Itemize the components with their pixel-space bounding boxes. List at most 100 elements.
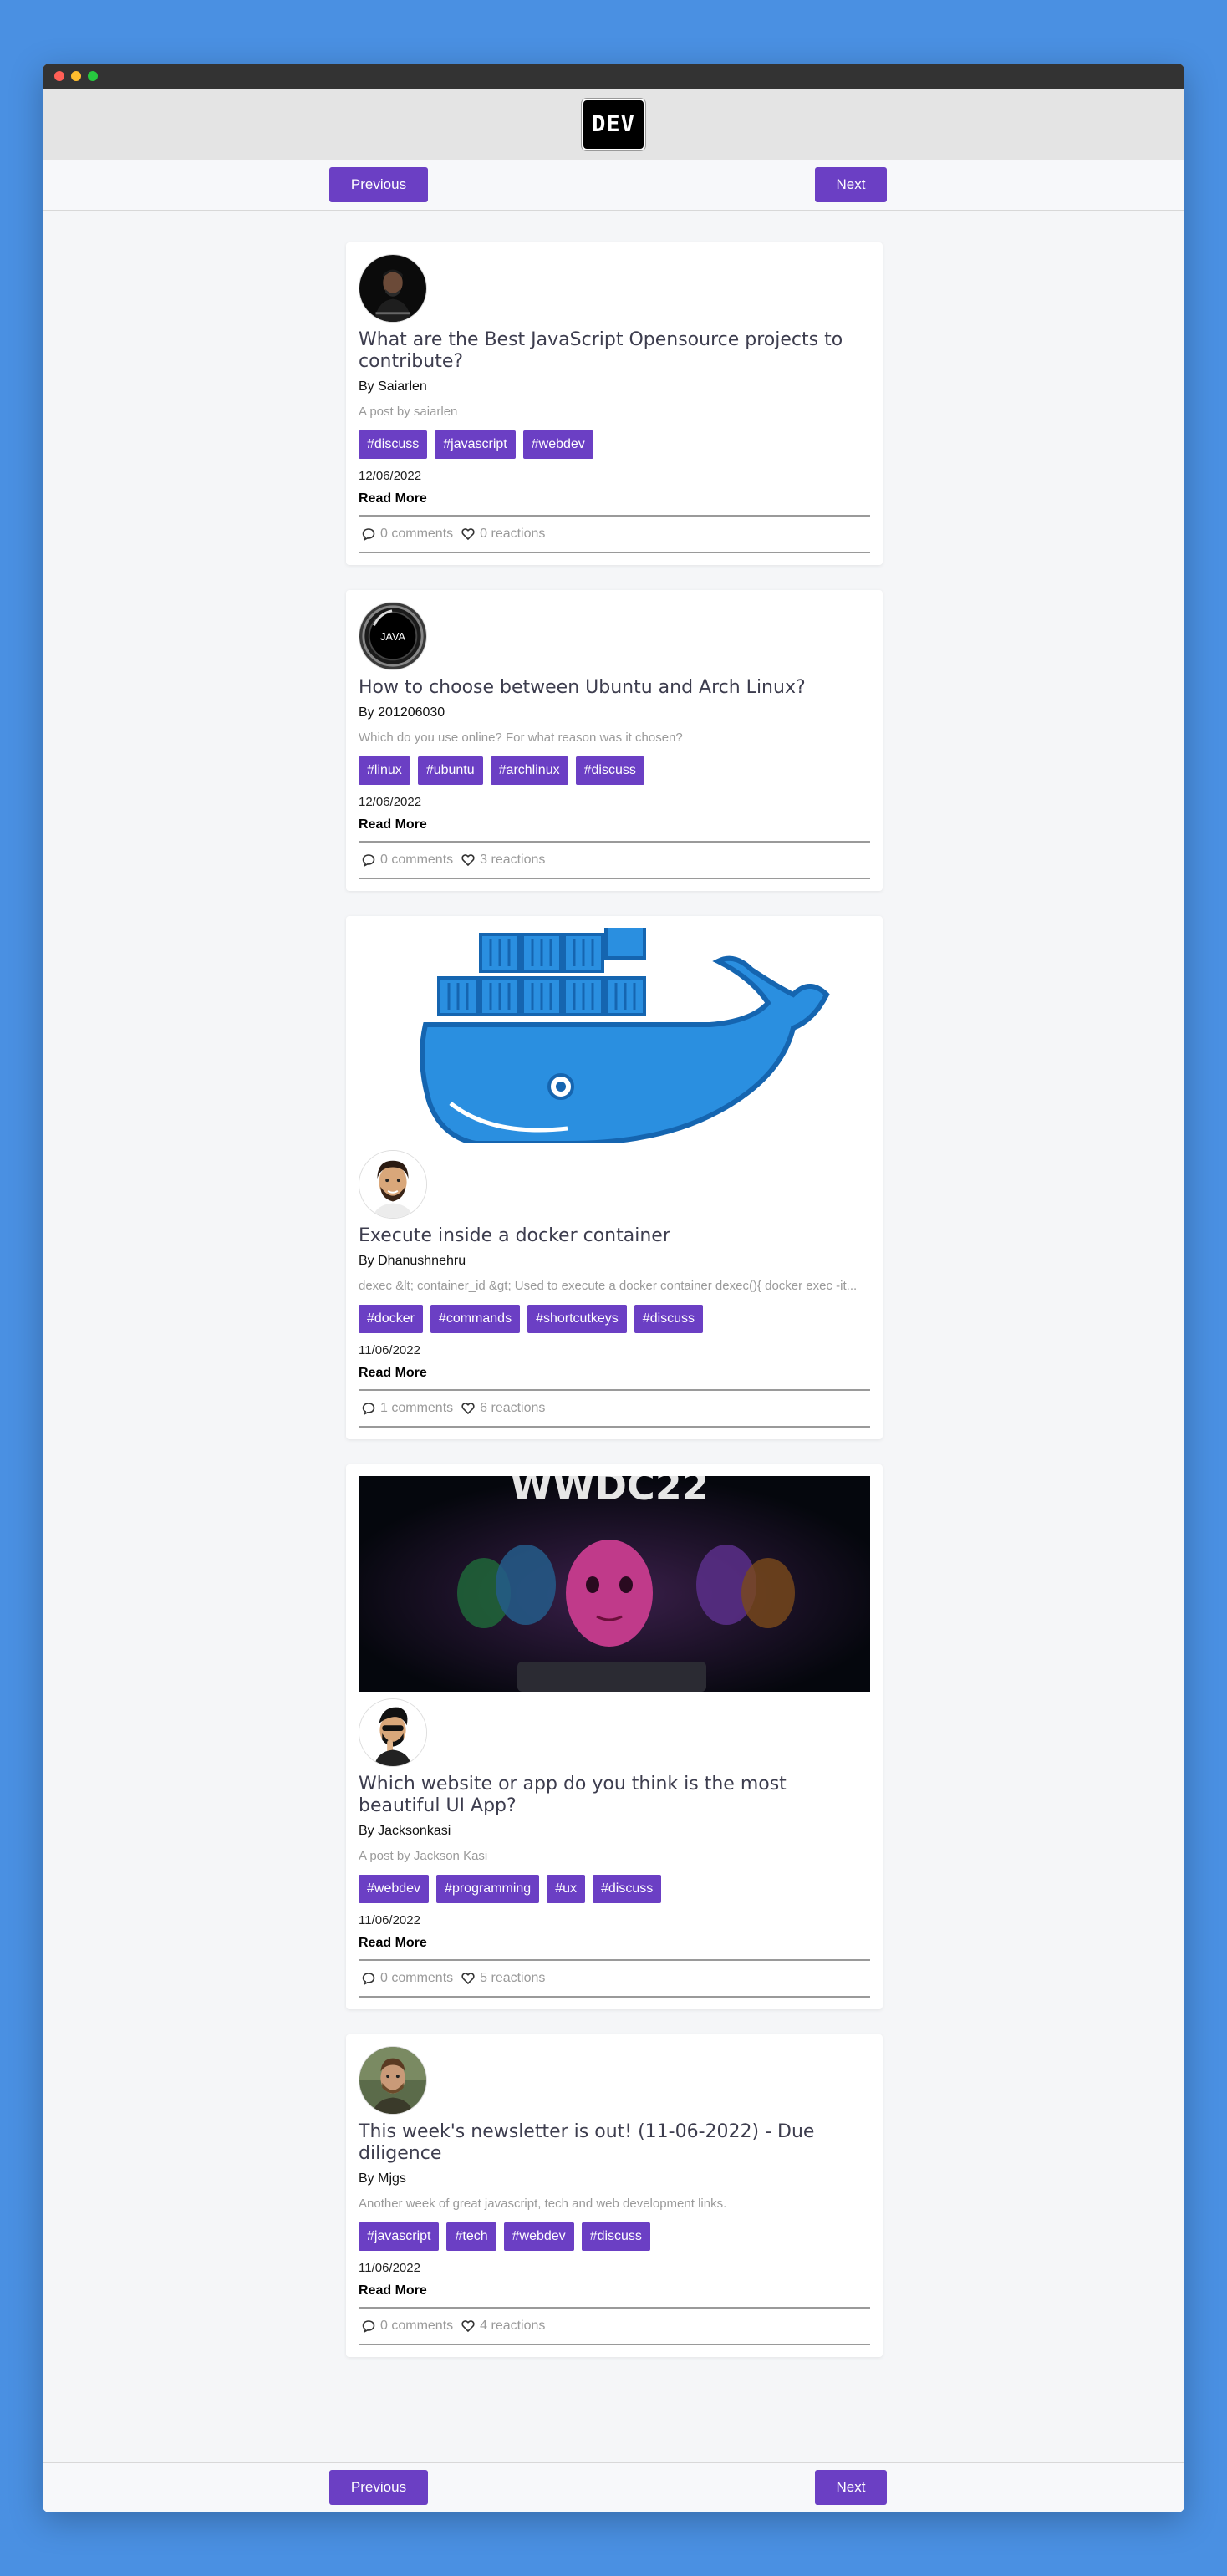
- post-stats: 0 comments 3 reactions: [359, 841, 870, 879]
- reactions-stat[interactable]: 0 reactions: [461, 527, 545, 542]
- tag[interactable]: #discuss: [593, 1875, 662, 1903]
- comments-count: 0 comments: [380, 2319, 454, 2333]
- post-date: 12/06/2022: [359, 795, 422, 809]
- tag[interactable]: #webdev: [359, 1875, 430, 1903]
- heart-icon: [461, 854, 475, 867]
- comment-icon: [362, 528, 375, 541]
- tag[interactable]: #webdev: [503, 2222, 574, 2251]
- comments-stat[interactable]: 0 comments: [362, 853, 453, 868]
- next-button[interactable]: Next: [815, 167, 887, 202]
- comments-count: 0 comments: [380, 1971, 454, 1985]
- read-more-link[interactable]: Read More: [359, 2283, 427, 2299]
- previous-button[interactable]: Previous: [329, 2470, 428, 2505]
- read-more-link[interactable]: Read More: [359, 491, 427, 507]
- comments-count: 0 comments: [380, 527, 454, 541]
- tag[interactable]: #ux: [547, 1875, 585, 1903]
- cover-image[interactable]: WWDC22: [359, 1476, 870, 1692]
- author-avatar[interactable]: [359, 1150, 427, 1219]
- author-avatar[interactable]: [359, 254, 427, 323]
- post-description: dexec &lt; container_id &gt; Used to exe…: [359, 1279, 858, 1293]
- tag[interactable]: #webdev: [522, 430, 593, 459]
- comments-stat[interactable]: 0 comments: [362, 527, 453, 542]
- tag[interactable]: #discuss: [634, 1305, 704, 1333]
- post-title[interactable]: What are the Best JavaScript Opensource …: [359, 329, 870, 373]
- heart-icon: [461, 2320, 475, 2333]
- read-more-link[interactable]: Read More: [359, 1366, 427, 1381]
- previous-button[interactable]: Previous: [329, 167, 428, 202]
- author-avatar[interactable]: [359, 2046, 427, 2115]
- site-header: DEV: [43, 89, 1184, 160]
- tag[interactable]: #discuss: [359, 430, 428, 459]
- heart-icon: [461, 1973, 475, 1985]
- post-author: By 201206030: [359, 705, 445, 720]
- reactions-stat[interactable]: 5 reactions: [461, 1971, 545, 1986]
- tag[interactable]: #commands: [430, 1305, 521, 1333]
- read-more-link[interactable]: Read More: [359, 1936, 427, 1951]
- post-card: What are the Best JavaScript Opensource …: [346, 242, 883, 565]
- post-author: By Dhanushnehru: [359, 1254, 466, 1268]
- tag[interactable]: #discuss: [581, 2222, 650, 2251]
- bottom-pagination: Previous Next: [43, 2462, 1184, 2512]
- tag-list: #docker #commands #shortcutkeys #discuss: [359, 1305, 870, 1333]
- tag[interactable]: #linux: [359, 756, 410, 785]
- post-card: This week's newsletter is out! (11-06-20…: [346, 2034, 883, 2357]
- author-avatar[interactable]: JAVA: [359, 602, 427, 670]
- cover-image[interactable]: [359, 928, 870, 1143]
- comments-stat[interactable]: 1 comments: [362, 1401, 453, 1416]
- post-date: 11/06/2022: [359, 1913, 420, 1927]
- post-description: Another week of great javascript, tech a…: [359, 2197, 727, 2211]
- cover-caption: WWDC22: [510, 1476, 708, 1509]
- post-title[interactable]: Execute inside a docker container: [359, 1225, 870, 1247]
- post-title[interactable]: This week's newsletter is out! (11-06-20…: [359, 2121, 870, 2165]
- post-description: Which do you use online? For what reason…: [359, 731, 683, 745]
- tag-list: #linux #ubuntu #archlinux #discuss: [359, 756, 870, 785]
- tag[interactable]: #discuss: [575, 756, 644, 785]
- reactions-count: 6 reactions: [480, 1401, 546, 1415]
- reactions-count: 3 reactions: [480, 853, 546, 867]
- tag[interactable]: #programming: [436, 1875, 540, 1903]
- post-date: 11/06/2022: [359, 2261, 420, 2275]
- tag[interactable]: #ubuntu: [417, 756, 483, 785]
- tag[interactable]: #docker: [359, 1305, 423, 1333]
- author-avatar[interactable]: [359, 1698, 427, 1767]
- maximize-dot[interactable]: [88, 71, 98, 81]
- post-stats: 0 comments 5 reactions: [359, 1959, 870, 1998]
- post-title[interactable]: How to choose between Ubuntu and Arch Li…: [359, 677, 870, 699]
- tag[interactable]: #javascript: [359, 2222, 440, 2251]
- tag[interactable]: #javascript: [435, 430, 516, 459]
- heart-icon: [461, 528, 475, 541]
- post-stats: 0 comments 4 reactions: [359, 2307, 870, 2345]
- reactions-stat[interactable]: 6 reactions: [461, 1401, 545, 1416]
- next-button[interactable]: Next: [815, 2470, 887, 2505]
- avatar-label: JAVA: [380, 631, 405, 643]
- tag-list: #discuss #javascript #webdev: [359, 430, 870, 459]
- post-card: JAVA How to choose between Ubuntu and Ar…: [346, 590, 883, 891]
- comment-icon: [362, 854, 375, 867]
- browser-window: DEV Previous Next What are the Best Java…: [43, 64, 1184, 2512]
- heart-icon: [461, 1403, 475, 1415]
- tag-list: #javascript #tech #webdev #discuss: [359, 2222, 870, 2251]
- post-description: A post by Jackson Kasi: [359, 1849, 488, 1863]
- post-title[interactable]: Which website or app do you think is the…: [359, 1774, 870, 1817]
- post-date: 11/06/2022: [359, 1343, 420, 1357]
- reactions-count: 5 reactions: [480, 1971, 546, 1985]
- close-dot[interactable]: [54, 71, 64, 81]
- post-date: 12/06/2022: [359, 469, 422, 483]
- post-author: By Jacksonkasi: [359, 1824, 451, 1838]
- comments-stat[interactable]: 0 comments: [362, 2319, 453, 2334]
- reactions-stat[interactable]: 3 reactions: [461, 853, 545, 868]
- minimize-dot[interactable]: [71, 71, 81, 81]
- post-card: WWDC22 Which website or app do you think…: [346, 1464, 883, 2009]
- read-more-link[interactable]: Read More: [359, 817, 427, 832]
- tag[interactable]: #shortcutkeys: [527, 1305, 627, 1333]
- comment-icon: [362, 1403, 375, 1415]
- tag[interactable]: #archlinux: [490, 756, 568, 785]
- post-description: A post by saiarlen: [359, 405, 458, 419]
- comments-stat[interactable]: 0 comments: [362, 1971, 453, 1986]
- comment-icon: [362, 2320, 375, 2333]
- reactions-stat[interactable]: 4 reactions: [461, 2319, 545, 2334]
- tag[interactable]: #tech: [446, 2222, 496, 2251]
- comments-count: 1 comments: [380, 1401, 454, 1415]
- dev-logo[interactable]: DEV: [582, 98, 645, 150]
- post-stats: 0 comments 0 reactions: [359, 515, 870, 553]
